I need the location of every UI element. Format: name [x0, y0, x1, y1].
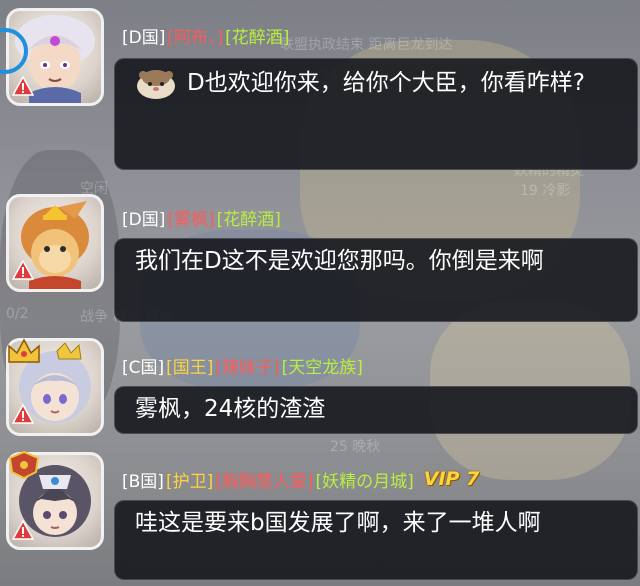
- warning-icon[interactable]: [12, 76, 34, 96]
- warning-icon[interactable]: [12, 404, 34, 424]
- message-bubble: 雾枫，24核的渣渣: [114, 386, 638, 434]
- warning-icon[interactable]: [12, 260, 34, 280]
- shield-badge-icon: [8, 450, 40, 480]
- message-text: 我们在D这不是欢迎您那吗。你倒是来啊: [135, 248, 544, 274]
- guild-tag: [天空龙族]: [281, 357, 363, 378]
- server-tag: [D国]: [122, 27, 166, 48]
- message-header: [D国] [雾枫] [花醉酒]: [122, 204, 281, 230]
- player-name[interactable]: [雾枫]: [167, 205, 214, 230]
- message-header: [D国] [阿布、] [花醉酒]: [122, 22, 289, 48]
- server-tag: [C国]: [122, 357, 165, 378]
- server-tag: [B国]: [122, 471, 164, 492]
- message-bubble: 我们在D这不是欢迎您那吗。你倒是来啊: [114, 238, 638, 322]
- player-name[interactable]: [胸胸慧人爱]: [215, 467, 313, 492]
- bg-hint-1: 联盟执政结束 距离巨龙到达: [280, 37, 453, 53]
- bg-hint-9: 25 晚秋: [330, 439, 381, 455]
- hamster-emoji-icon: [137, 69, 175, 99]
- crown-icon: [8, 338, 40, 363]
- message-text: D也欢迎你来，给你个大臣，你看咋样?: [187, 70, 585, 96]
- message-header: [C国] [国王] [辣妹子] [天空龙族]: [122, 352, 363, 378]
- player-name[interactable]: [阿布、]: [167, 23, 223, 48]
- vip-badge: VIP 7: [423, 468, 480, 490]
- message-text: 哇这是要来b国发展了啊，来了一堆人啊: [135, 510, 541, 536]
- message-bubble: 哇这是要来b国发展了啊，来了一堆人啊: [114, 500, 638, 580]
- guild-tag: [花醉酒]: [216, 209, 281, 230]
- warning-icon[interactable]: [12, 520, 34, 540]
- bg-hint-5: 19 冷影: [520, 183, 571, 199]
- guild-tag: [花醉酒]: [225, 27, 290, 48]
- bg-hint-8: 0/2: [6, 306, 29, 322]
- message-bubble: D也欢迎你来，给你个大臣，你看咋样?: [114, 58, 638, 170]
- server-tag: [D国]: [122, 209, 166, 230]
- player-name[interactable]: [辣妹子]: [215, 353, 279, 378]
- message-header: [B国] [护卫] [胸胸慧人爱] [妖精の月城] VIP 7: [122, 466, 479, 492]
- message-text: 雾枫，24核的渣渣: [135, 396, 326, 422]
- title-tag: [国王]: [166, 357, 214, 378]
- title-tag: [护卫]: [165, 471, 214, 492]
- guild-tag: [妖精の月城]: [315, 471, 414, 492]
